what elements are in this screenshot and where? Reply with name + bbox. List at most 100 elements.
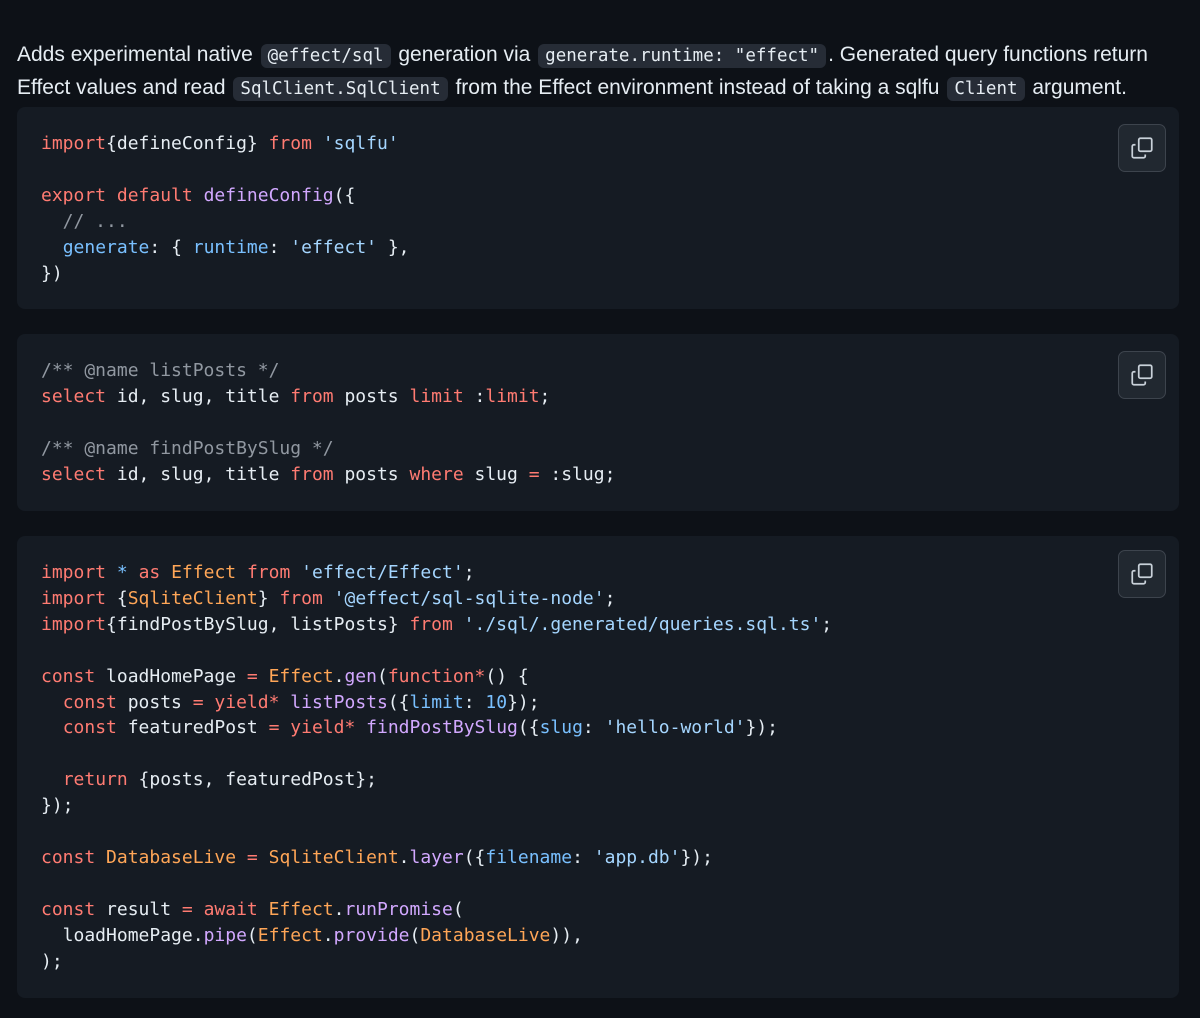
keyword: const bbox=[41, 665, 96, 687]
keyword: from bbox=[279, 587, 323, 609]
code-line: import * as Effect from 'effect/Effect'; bbox=[41, 562, 475, 583]
code-comment: // ... bbox=[41, 210, 128, 232]
keyword: from bbox=[290, 463, 334, 485]
string-literal: './sql/.generated/queries.sql.ts' bbox=[463, 613, 822, 635]
code-token: ( bbox=[246, 924, 258, 946]
code-line: const result = await Effect.runPromise( bbox=[41, 899, 464, 920]
code-comment: /** @name listPosts */ bbox=[41, 360, 280, 381]
copy-icon bbox=[1131, 364, 1153, 386]
keyword: where bbox=[409, 463, 464, 485]
description-text: from the Effect environment instead of t… bbox=[449, 76, 946, 99]
class-name: DatabaseLive bbox=[106, 846, 237, 868]
code-token: ; bbox=[463, 562, 475, 583]
code-line: }) bbox=[41, 263, 63, 284]
code-token: . bbox=[333, 665, 345, 687]
code-token: . bbox=[322, 924, 334, 946]
keyword: select bbox=[41, 463, 107, 485]
code-token: {findPostBySlug, listPosts} bbox=[106, 613, 410, 635]
description-text: Adds experimental native bbox=[17, 43, 259, 66]
string-literal: 'effect/Effect' bbox=[301, 562, 464, 583]
code-token: {posts, featuredPost}; bbox=[127, 769, 377, 791]
keyword: select bbox=[41, 385, 107, 407]
number-literal: 10 bbox=[485, 691, 508, 713]
property-name: filename bbox=[485, 846, 573, 868]
code-token: }); bbox=[680, 846, 713, 868]
code-block-effect: import * as Effect from 'effect/Effect';… bbox=[17, 536, 1179, 998]
function-name: findPostBySlug bbox=[366, 717, 518, 739]
code-content[interactable]: import * as Effect from 'effect/Effect';… bbox=[41, 560, 832, 975]
code-content[interactable]: /** @name listPosts */ select id, slug, … bbox=[41, 358, 615, 488]
function-name: defineConfig bbox=[203, 184, 334, 206]
keyword: return bbox=[62, 769, 128, 791]
code-line: const featuredPost = yield* findPostBySl… bbox=[41, 717, 778, 738]
code-line: import{defineConfig} from 'sqlfu' bbox=[41, 133, 399, 154]
code-token: . bbox=[333, 898, 345, 920]
code-line: const DatabaseLive = SqliteClient.layer(… bbox=[41, 847, 713, 868]
code-token: id, slug, title bbox=[106, 385, 291, 407]
copy-button[interactable] bbox=[1118, 124, 1166, 172]
inline-code-config: generate.runtime: "effect" bbox=[538, 44, 827, 68]
keyword: from bbox=[246, 562, 291, 583]
function-name: listPosts bbox=[290, 691, 388, 713]
code-line: export default defineConfig({ bbox=[41, 185, 355, 206]
code-token: posts bbox=[333, 385, 410, 407]
code-token: ( bbox=[376, 665, 388, 687]
operator: = bbox=[528, 463, 540, 485]
code-token: : bbox=[572, 846, 594, 868]
code-line: select id, slug, title from posts limit … bbox=[41, 386, 550, 407]
code-comment: /** @name findPostBySlug */ bbox=[41, 437, 334, 459]
code-line: const loadHomePage = Effect.gen(function… bbox=[41, 666, 529, 687]
function-name: layer bbox=[409, 846, 464, 868]
code-token: ( bbox=[452, 898, 464, 920]
description-paragraph: Adds experimental native @effect/sql gen… bbox=[17, 39, 1187, 105]
description-text: generation via bbox=[392, 43, 537, 66]
copy-button[interactable] bbox=[1118, 550, 1166, 598]
operator: = bbox=[246, 846, 258, 868]
code-token: loadHomePage. bbox=[41, 924, 204, 946]
keyword: from bbox=[409, 613, 453, 635]
code-line: import{findPostBySlug, listPosts} from '… bbox=[41, 614, 832, 635]
code-content[interactable]: import{defineConfig} from 'sqlfu' export… bbox=[41, 131, 410, 286]
class-name: Effect bbox=[171, 562, 237, 583]
copy-button[interactable] bbox=[1118, 351, 1166, 399]
code-token: ( bbox=[409, 924, 421, 946]
class-name: SqliteClient bbox=[127, 587, 258, 609]
class-name: DatabaseLive bbox=[420, 924, 551, 946]
code-token: : { bbox=[149, 236, 193, 258]
copy-icon bbox=[1131, 137, 1153, 159]
function-name: pipe bbox=[203, 924, 247, 946]
code-line: return {posts, featuredPost}; bbox=[41, 769, 377, 790]
keyword: as bbox=[138, 562, 161, 583]
keyword: export bbox=[41, 184, 107, 206]
string-literal: 'hello-world' bbox=[604, 717, 746, 739]
code-token: : bbox=[463, 691, 486, 713]
code-token: }); bbox=[41, 795, 74, 817]
code-token: }); bbox=[745, 717, 779, 739]
keyword: const bbox=[41, 846, 96, 868]
code-token: posts bbox=[116, 691, 193, 713]
operator: = bbox=[268, 717, 280, 739]
keyword: yield bbox=[290, 717, 345, 739]
operator: = bbox=[246, 665, 258, 687]
property-name: generate bbox=[62, 236, 150, 258]
code-token: ; bbox=[821, 613, 833, 635]
inline-code-package: @effect/sql bbox=[260, 44, 391, 68]
function-name: runPromise bbox=[344, 898, 453, 920]
code-token: . bbox=[398, 846, 410, 868]
code-token: ({ bbox=[463, 846, 486, 868]
code-token: : bbox=[463, 385, 486, 407]
keyword: import bbox=[41, 613, 107, 635]
string-literal: 'effect' bbox=[290, 236, 377, 258]
